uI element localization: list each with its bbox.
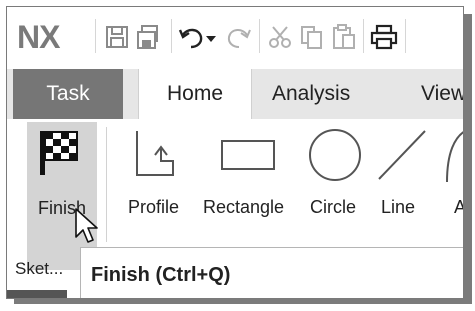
nx-logo: NX	[17, 19, 60, 55]
tooltip-text: Finish (Ctrl+Q)	[91, 264, 231, 286]
nx-window: NX Task Home Analysis View Finish Profil…	[6, 6, 464, 299]
profile-button[interactable]: Profile	[128, 197, 179, 218]
undo-dropdown-icon[interactable]	[203, 23, 219, 51]
arc-icon[interactable]	[443, 127, 463, 187]
line-icon[interactable]	[375, 127, 429, 187]
toolbar-separator	[171, 19, 172, 53]
arc-button[interactable]: A	[454, 197, 463, 218]
redo-icon[interactable]	[223, 23, 253, 51]
tab-view[interactable]: View	[421, 69, 463, 119]
tab-analysis[interactable]: Analysis	[272, 69, 350, 119]
line-button[interactable]: Line	[381, 197, 415, 218]
paste-icon[interactable]	[329, 23, 359, 51]
rectangle-button[interactable]: Rectangle	[203, 197, 284, 218]
toolbar-separator	[95, 19, 96, 53]
print-icon[interactable]	[369, 23, 399, 51]
tab-home[interactable]: Home	[138, 69, 252, 119]
save-all-icon[interactable]	[135, 23, 165, 51]
toolbar-separator	[405, 19, 406, 53]
save-icon[interactable]	[103, 23, 133, 51]
copy-icon[interactable]	[297, 23, 327, 51]
finish-tooltip: Finish (Ctrl+Q)	[80, 247, 463, 298]
checkered-flag-icon	[40, 131, 78, 175]
ribbon-tabs: Task Home Analysis View	[7, 69, 463, 119]
side-strip	[7, 290, 67, 298]
toolbar-separator	[363, 19, 364, 53]
cut-icon[interactable]	[265, 23, 295, 51]
circle-icon[interactable]	[307, 127, 363, 187]
mouse-cursor-icon	[75, 208, 98, 243]
tab-task[interactable]: Task	[13, 69, 123, 119]
circle-button[interactable]: Circle	[310, 197, 356, 218]
ribbon-separator	[106, 127, 107, 242]
profile-icon[interactable]	[129, 127, 179, 187]
rectangle-icon[interactable]	[219, 127, 277, 187]
toolbar-separator	[259, 19, 260, 53]
quick-access-toolbar: NX	[7, 7, 463, 65]
sketch-group-label: Sket...	[15, 259, 64, 278]
